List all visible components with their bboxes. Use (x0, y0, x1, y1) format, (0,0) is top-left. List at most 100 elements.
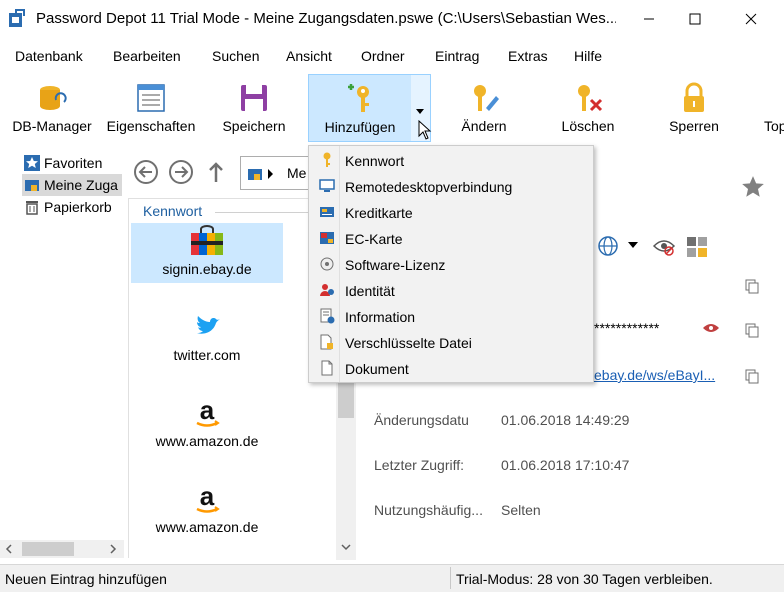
menu-hilfe[interactable]: Hilfe (574, 48, 602, 64)
menu-bearbeiten[interactable]: Bearbeiten (113, 48, 181, 64)
scroll-left-icon[interactable] (4, 544, 14, 554)
chevron-down-icon[interactable] (628, 242, 638, 250)
save-icon (241, 85, 267, 111)
forward-icon[interactable] (167, 158, 195, 186)
encrypted-file-icon (320, 334, 333, 350)
list-item-label: twitter.com (173, 347, 241, 363)
path-label: Me (287, 165, 307, 181)
usage-label: Nutzungshäufig... (374, 502, 483, 518)
menu-datenbank[interactable]: Datenbank (15, 48, 83, 64)
star-icon[interactable] (740, 174, 766, 200)
properties-label: Eigenschaften (106, 118, 196, 134)
usage-value: Selten (501, 502, 541, 518)
lock-icon (684, 82, 704, 112)
db-manager-button[interactable]: DB-Manager (2, 74, 102, 142)
menu-item-remotedesktop[interactable]: Remotedesktopverbindung (311, 173, 591, 199)
menu-suchen[interactable]: Suchen (212, 48, 259, 64)
monitor-icon (319, 179, 335, 192)
properties-button[interactable]: Eigenschaften (103, 74, 199, 142)
tree-scroll-thumb[interactable] (22, 542, 74, 556)
copy-icon[interactable] (744, 322, 760, 338)
up-icon[interactable] (202, 158, 230, 186)
add-label: Hinzufügen (324, 119, 396, 135)
tree-label-trash: Papierkorb (44, 199, 112, 215)
menu-item-kennwort[interactable]: Kennwort (311, 147, 591, 173)
close-button[interactable] (728, 0, 774, 38)
status-separator (450, 567, 451, 589)
menu-item-label: Information (345, 309, 416, 325)
save-button[interactable]: Speichern (208, 74, 300, 142)
mouse-cursor-icon (418, 120, 432, 140)
window-title: Password Depot 11 Trial Mode - Meine Zug… (36, 10, 616, 27)
copy-icon[interactable] (744, 368, 760, 384)
menu-item-kreditkarte[interactable]: Kreditkarte (311, 199, 591, 225)
minimize-icon (644, 18, 654, 20)
title-bar: Password Depot 11 Trial Mode - Meine Zug… (0, 0, 784, 38)
license-icon (320, 257, 334, 271)
list-item[interactable]: signin.ebay.de (131, 223, 283, 283)
edit-button[interactable]: Ändern (440, 74, 528, 142)
scroll-right-icon[interactable] (108, 544, 118, 554)
delete-label: Löschen (561, 118, 615, 134)
menu-item-dokument[interactable]: Dokument (311, 355, 591, 381)
minimize-button[interactable] (626, 0, 672, 38)
app-icon (9, 9, 25, 27)
chevron-right-icon (268, 169, 273, 179)
tree-item-trash[interactable]: Papierkorb (22, 196, 122, 218)
list-item[interactable]: twitter.com (131, 309, 283, 369)
delete-key-icon (578, 85, 603, 112)
copy-icon[interactable] (744, 278, 760, 294)
amazon-icon: a (196, 483, 220, 513)
menu-item-software-lizenz[interactable]: Software-Lizenz (311, 251, 591, 277)
changed-value: 01.06.2018 14:49:29 (501, 412, 630, 428)
tree-item-my-data[interactable]: Meine Zuga (22, 174, 122, 196)
entry-list: Kennwort signin.ebay.de twitter.com a ww… (128, 198, 338, 558)
password-mask: ************ (594, 320, 660, 336)
menu-extras[interactable]: Extras (508, 48, 548, 64)
tree-item-favorites[interactable]: Favoriten (22, 152, 122, 174)
close-icon (745, 13, 757, 25)
menu-ordner[interactable]: Ordner (361, 48, 405, 64)
top-button[interactable]: Top (748, 74, 784, 142)
menu-item-label: EC-Karte (345, 231, 403, 247)
top-label: Top (764, 118, 784, 134)
add-button[interactable]: Hinzufügen (308, 74, 412, 142)
menu-item-label: Kreditkarte (345, 205, 413, 221)
url-link[interactable]: ebay.de/ws/eBayI... (594, 367, 715, 383)
lock-button[interactable]: Sperren (648, 74, 740, 142)
back-icon[interactable] (132, 158, 160, 186)
trash-icon (26, 201, 38, 215)
menu-item-ec-karte[interactable]: EC-Karte (311, 225, 591, 251)
menu-item-verschluesselte-datei[interactable]: Verschlüsselte Datei (311, 329, 591, 355)
list-item[interactable]: a www.amazon.de (131, 395, 283, 455)
globe-icon[interactable] (596, 234, 620, 258)
tree-horizontal-scrollbar[interactable] (0, 540, 124, 558)
edit-label: Ändern (461, 118, 507, 134)
properties-icon (137, 84, 165, 112)
status-message: Neuen Eintrag hinzufügen (5, 571, 167, 587)
toolbar: DB-Manager Eigenschaften Speichern Hinzu… (0, 74, 784, 144)
folder-lock-icon (25, 180, 39, 191)
menu-ansicht[interactable]: Ansicht (286, 48, 332, 64)
folder-tree: Favoriten Meine Zuga Papierkorb (0, 148, 124, 563)
tree-label-my-data: Meine Zuga (44, 177, 118, 193)
eye-icon[interactable] (702, 322, 720, 334)
menu-eintrag[interactable]: Eintrag (435, 48, 479, 64)
list-item-label: www.amazon.de (155, 519, 259, 535)
lock-label: Sperren (669, 118, 719, 134)
ec-card-icon (320, 232, 334, 244)
maximize-button[interactable] (672, 0, 718, 38)
menu-item-information[interactable]: Information (311, 303, 591, 329)
db-manager-label: DB-Manager (12, 118, 92, 134)
scroll-down-icon[interactable] (341, 542, 351, 552)
list-item[interactable]: a www.amazon.de (131, 481, 283, 541)
menu-item-identitaet[interactable]: Identität (311, 277, 591, 303)
delete-button[interactable]: Löschen (538, 74, 638, 142)
hide-eye-icon[interactable] (652, 236, 676, 256)
twitter-icon (197, 316, 220, 334)
grid-icon[interactable] (686, 236, 708, 258)
svg-text:a: a (200, 483, 215, 511)
edit-key-icon (474, 85, 499, 111)
database-icon (40, 86, 67, 110)
ebay-icon (191, 225, 223, 255)
